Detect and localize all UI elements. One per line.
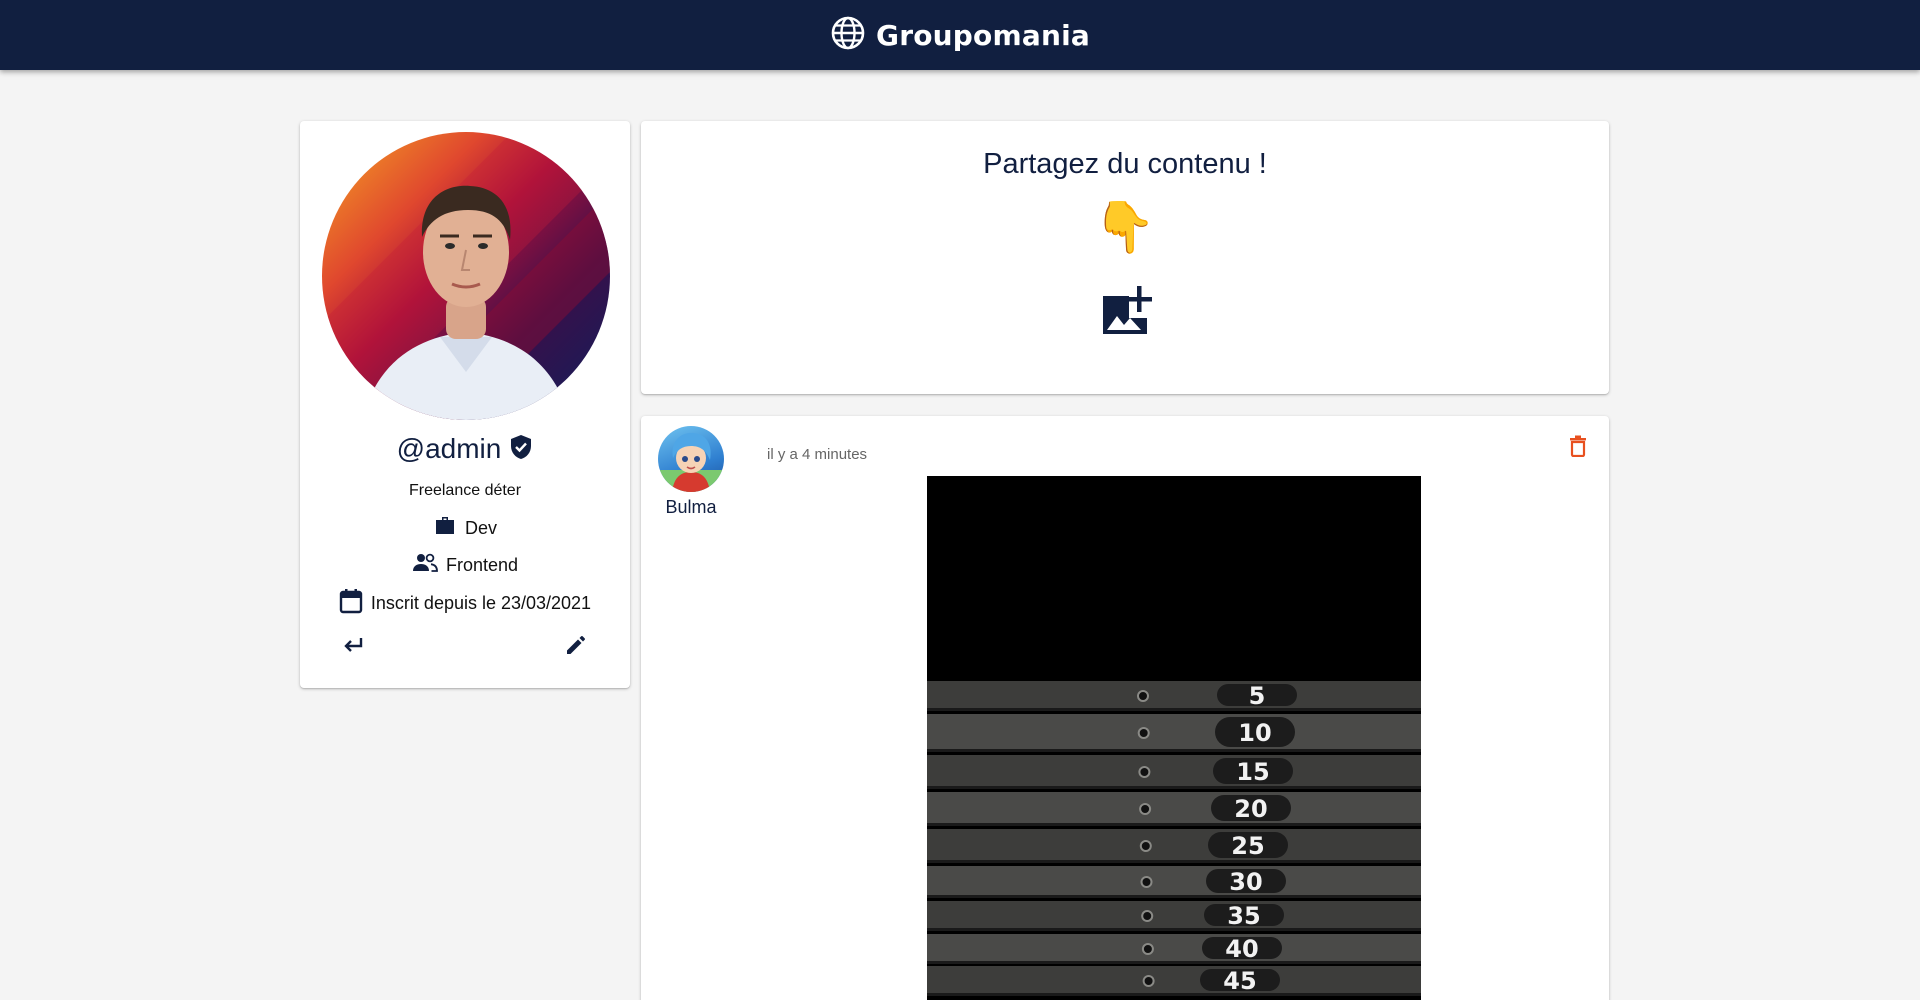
post-timestamp: il y a 4 minutes <box>767 446 868 463</box>
plate-pin-hole <box>1139 803 1152 815</box>
plate-label: 35 <box>1227 902 1260 930</box>
plate-pin-hole <box>1138 766 1151 778</box>
profile-job-row: Dev <box>300 514 630 543</box>
brand-logo[interactable]: Groupomania <box>830 15 1090 56</box>
add-image-button[interactable] <box>1096 285 1154 343</box>
plate-pin-hole <box>1142 975 1155 987</box>
plate-label: 40 <box>1225 935 1258 963</box>
weight-plate <box>927 866 1421 898</box>
top-bar: Groupomania <box>0 0 1920 70</box>
delete-post-button[interactable] <box>1564 434 1592 462</box>
plate-pin-hole <box>1141 943 1154 955</box>
pencil-icon <box>564 633 588 662</box>
plate-pin-hole <box>1140 876 1153 888</box>
post-author-avatar[interactable] <box>658 426 724 492</box>
briefcase-icon <box>433 514 457 543</box>
post-card: Bulma il y a 4 minutes 5 10 15 20 25 30 35 40 45 <box>641 416 1609 1000</box>
profile-bio: Freelance déter <box>408 482 522 499</box>
plate-pin-hole <box>1137 690 1149 702</box>
plate-label: 45 <box>1223 967 1256 995</box>
add-photo-icon <box>1097 284 1153 345</box>
plate-label: 25 <box>1231 832 1264 860</box>
profile-username: @admin <box>396 433 502 464</box>
logout-button[interactable] <box>335 629 371 665</box>
weight-plate <box>927 792 1421 826</box>
plate-label: 5 <box>1249 682 1266 710</box>
brand-name: Groupomania <box>876 18 1090 52</box>
people-icon <box>412 551 438 580</box>
globe-icon <box>830 15 866 56</box>
plate-label: 20 <box>1234 795 1267 823</box>
calendar-icon <box>339 588 363 619</box>
profile-card: @admin Freelance déter Dev Frontend Insc… <box>300 121 630 688</box>
weight-plate <box>927 714 1421 752</box>
post-image: 5 10 15 20 25 30 35 40 45 <box>927 476 1421 1000</box>
plate-pin-hole <box>1137 727 1150 739</box>
plate-label: 10 <box>1238 719 1271 747</box>
weight-plate <box>927 966 1421 996</box>
weight-plate <box>927 934 1421 964</box>
verified-shield-icon <box>509 434 533 465</box>
plate-label: 15 <box>1236 758 1269 786</box>
profile-avatar <box>322 132 610 420</box>
username-row: @admin <box>300 433 630 465</box>
profile-team-row: Frontend <box>300 551 630 580</box>
post-author-name[interactable]: Bulma <box>641 497 741 518</box>
plate-label: 30 <box>1229 868 1262 896</box>
profile-job: Dev <box>464 518 497 538</box>
profile-registered-date: Inscrit depuis le 23/03/2021 <box>370 593 592 613</box>
pointing-down-emoji: 👇 <box>1093 199 1157 255</box>
weight-plate <box>927 901 1421 931</box>
profile-date-row: Inscrit depuis le 23/03/2021 <box>300 588 630 619</box>
edit-profile-button[interactable] <box>558 629 594 665</box>
trash-icon <box>1569 435 1587 462</box>
weight-plate <box>927 681 1421 711</box>
plate-pin-hole <box>1141 910 1154 922</box>
weight-plate <box>927 755 1421 789</box>
plate-pin-hole <box>1139 840 1152 852</box>
share-card: Partagez du contenu ! 👇 <box>641 121 1609 394</box>
share-title: Partagez du contenu ! <box>983 148 1267 180</box>
return-arrow-icon <box>341 633 365 662</box>
profile-team: Frontend <box>445 555 519 575</box>
weight-plate <box>927 829 1421 863</box>
